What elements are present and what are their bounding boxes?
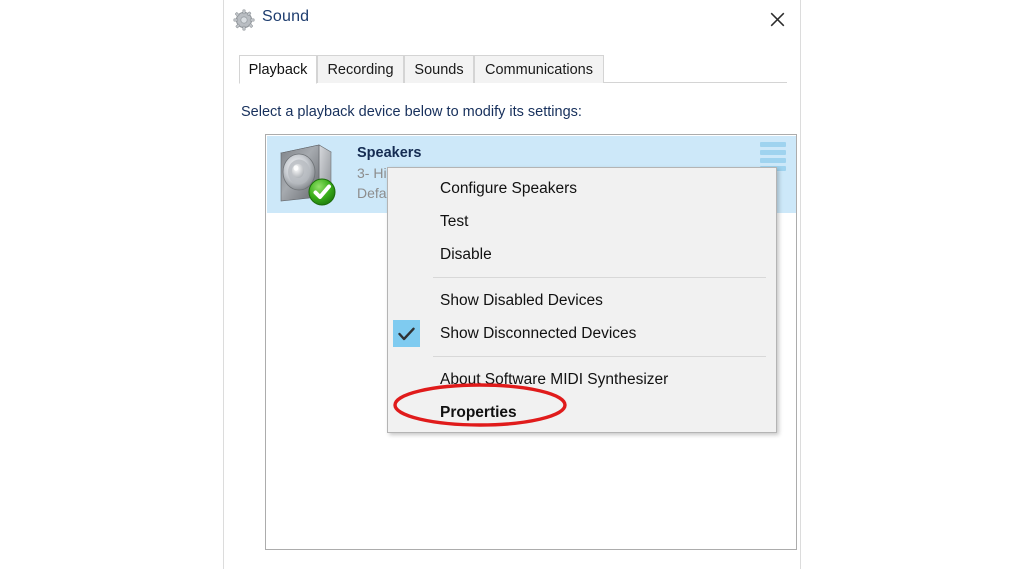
tab-strip: Playback Recording Sounds Communications: [239, 55, 787, 84]
close-icon: [770, 12, 785, 27]
tab-recording[interactable]: Recording: [317, 55, 404, 83]
menu-separator: [433, 356, 766, 357]
instruction-label: Select a playback device below to modify…: [241, 104, 582, 120]
tab-sounds-label: Sounds: [414, 61, 464, 78]
menu-item-about-software-midi-synthesizer[interactable]: About Software MIDI Synthesizer: [388, 363, 776, 396]
window-title: Sound: [262, 8, 310, 25]
menu-item-label: Properties: [440, 403, 517, 421]
menu-item-label: Disable: [440, 245, 492, 263]
menu-item-label: Show Disabled Devices: [440, 291, 603, 309]
menu-item-label: About Software MIDI Synthesizer: [440, 370, 669, 388]
menu-item-show-disabled-devices[interactable]: Show Disabled Devices: [388, 284, 776, 317]
menu-item-configure-speakers[interactable]: Configure Speakers: [388, 172, 776, 205]
tab-sounds[interactable]: Sounds: [404, 55, 474, 83]
checked-indicator: [393, 320, 420, 347]
menu-item-show-disconnected-devices[interactable]: Show Disconnected Devices: [388, 317, 776, 350]
vu-meter: [760, 142, 786, 171]
menu-item-disable[interactable]: Disable: [388, 238, 776, 271]
vu-meter-bar: [760, 158, 786, 163]
menu-item-properties[interactable]: Properties: [388, 396, 776, 429]
menu-item-label: Configure Speakers: [440, 179, 577, 197]
device-name: Speakers: [357, 145, 422, 161]
vu-meter-bar: [760, 142, 786, 147]
speaker-settings-icon: [233, 9, 255, 31]
menu-item-label: Test: [440, 212, 469, 230]
tab-communications[interactable]: Communications: [474, 55, 604, 83]
menu-item-label: Show Disconnected Devices: [440, 324, 637, 342]
tab-playback[interactable]: Playback: [239, 55, 317, 84]
speaker-icon: [273, 141, 339, 207]
title-bar: Sound: [224, 0, 800, 41]
menu-separator: [433, 277, 766, 278]
tab-recording-label: Recording: [327, 61, 394, 78]
menu-item-test[interactable]: Test: [388, 205, 776, 238]
vu-meter-bar: [760, 150, 786, 155]
tab-communications-label: Communications: [485, 61, 593, 78]
context-menu[interactable]: Configure Speakers Test Disable Show Dis…: [387, 167, 777, 433]
close-button[interactable]: [754, 0, 800, 38]
tab-playback-label: Playback: [248, 61, 308, 78]
